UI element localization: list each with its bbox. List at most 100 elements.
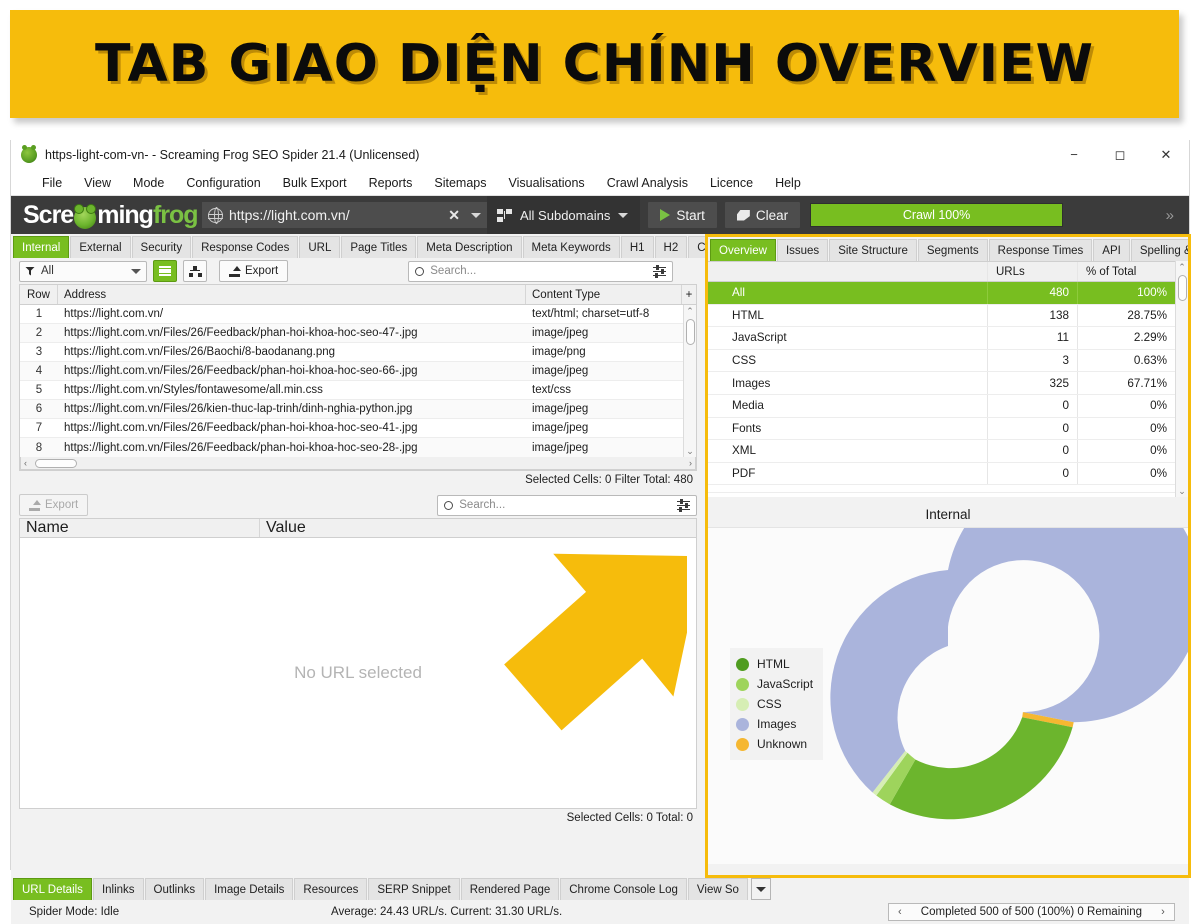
scroll-left-icon[interactable]: ‹: [24, 458, 27, 468]
table-row[interactable]: 8 https://light.com.vn/Files/26/Feedback…: [20, 438, 683, 457]
tab-internal[interactable]: Internal: [13, 236, 70, 258]
legend-item-unknown[interactable]: Unknown: [736, 734, 813, 754]
tab-response-times[interactable]: Response Times: [988, 239, 1093, 261]
tab-spelling-grammar[interactable]: Spelling & G: [1130, 239, 1188, 261]
column-header-row[interactable]: Row: [20, 285, 58, 304]
tab-chrome-console-log[interactable]: Chrome Console Log: [560, 878, 687, 900]
start-button[interactable]: Start: [648, 202, 717, 228]
tab-h2[interactable]: H2: [654, 236, 688, 258]
overview-row-images[interactable]: Images 325 67.71%: [708, 372, 1175, 395]
overview-row-all[interactable]: All 480 100%: [708, 282, 1175, 305]
subdomain-selector[interactable]: All Subdomains: [487, 196, 641, 234]
clear-button[interactable]: Clear: [724, 202, 801, 228]
search-input[interactable]: Search...: [408, 260, 674, 282]
menu-mode[interactable]: Mode: [122, 173, 175, 193]
tab-content[interactable]: Content: [688, 236, 705, 258]
overview-row-partial[interactable]: [708, 485, 1175, 494]
column-header-urls[interactable]: URLs: [987, 262, 1077, 281]
search-options-icon[interactable]: [653, 264, 667, 278]
column-header-value[interactable]: Value: [260, 519, 696, 537]
tab-resources[interactable]: Resources: [294, 878, 368, 900]
tab-image-details[interactable]: Image Details: [205, 878, 294, 900]
legend-item-html[interactable]: HTML: [736, 654, 813, 674]
column-header-address[interactable]: Address: [58, 285, 526, 304]
bottom-tabs-overflow-button[interactable]: [750, 878, 771, 900]
tab-outlinks[interactable]: Outlinks: [144, 878, 205, 900]
tab-page-titles[interactable]: Page Titles: [341, 236, 417, 258]
clear-url-icon[interactable]: ✕: [443, 207, 465, 224]
column-header-content-type[interactable]: Content Type: [526, 285, 682, 304]
tab-issues[interactable]: Issues: [776, 239, 829, 261]
table-row[interactable]: 6 https://light.com.vn/Files/26/kien-thu…: [20, 400, 683, 419]
overview-row-javascript[interactable]: JavaScript 11 2.29%: [708, 327, 1175, 350]
tab-url[interactable]: URL: [299, 236, 341, 258]
detail-search-input[interactable]: Search...: [437, 494, 697, 516]
tab-api[interactable]: API: [1093, 239, 1130, 261]
table-row[interactable]: 4 https://light.com.vn/Files/26/Feedback…: [20, 362, 683, 381]
tab-site-structure[interactable]: Site Structure: [829, 239, 917, 261]
table-row[interactable]: 2 https://light.com.vn/Files/26/Feedback…: [20, 324, 683, 343]
toolbar-overflow-button[interactable]: »: [1156, 207, 1183, 224]
tab-segments[interactable]: Segments: [917, 239, 988, 261]
crawl-prev-button[interactable]: ‹: [889, 906, 911, 918]
menu-help[interactable]: Help: [764, 173, 812, 193]
tab-h1[interactable]: H1: [620, 236, 654, 258]
menu-reports[interactable]: Reports: [358, 173, 424, 193]
menu-file[interactable]: File: [31, 173, 73, 193]
tab-meta-description[interactable]: Meta Description: [417, 236, 522, 258]
table-row[interactable]: 7 https://light.com.vn/Files/26/Feedback…: [20, 419, 683, 438]
tab-overview[interactable]: Overview: [710, 239, 776, 261]
filter-dropdown[interactable]: All: [19, 260, 147, 282]
tab-external[interactable]: External: [70, 236, 131, 258]
url-history-chevron-down-icon[interactable]: [471, 212, 481, 218]
minimize-button[interactable]: −: [1051, 140, 1097, 170]
tab-url-details[interactable]: URL Details: [13, 878, 92, 900]
tab-response-codes[interactable]: Response Codes: [192, 236, 299, 258]
crawl-next-button[interactable]: ›: [1152, 906, 1174, 918]
add-column-button[interactable]: +: [682, 285, 696, 304]
detail-export-button[interactable]: Export: [19, 494, 89, 516]
maximize-button[interactable]: ◻: [1097, 140, 1143, 170]
tab-inlinks[interactable]: Inlinks: [92, 878, 144, 900]
menu-visualisations[interactable]: Visualisations: [497, 173, 595, 193]
legend-item-images[interactable]: Images: [736, 714, 813, 734]
export-button[interactable]: Export: [219, 260, 289, 282]
overview-row-pdf[interactable]: PDF 0 0%: [708, 462, 1175, 486]
menu-sitemaps[interactable]: Sitemaps: [423, 173, 497, 193]
overview-row-xml[interactable]: XML 0 0%: [708, 440, 1175, 463]
menu-configuration[interactable]: Configuration: [175, 173, 271, 193]
scroll-thumb[interactable]: [1177, 275, 1187, 301]
scroll-down-icon[interactable]: ⌄: [1178, 485, 1186, 497]
overview-row-css[interactable]: CSS 3 0.63%: [708, 349, 1175, 373]
legend-item-css[interactable]: CSS: [736, 694, 813, 714]
table-row[interactable]: 1 https://light.com.vn/ text/html; chars…: [20, 305, 683, 324]
menu-bulk-export[interactable]: Bulk Export: [272, 173, 358, 193]
scroll-thumb[interactable]: [685, 319, 695, 345]
scroll-up-icon[interactable]: ⌃: [1178, 261, 1186, 273]
close-button[interactable]: ✕: [1143, 140, 1189, 170]
hscroll-thumb[interactable]: [35, 458, 77, 468]
list-view-button[interactable]: [153, 260, 177, 282]
menu-view[interactable]: View: [73, 173, 122, 193]
column-header-pct-of-total[interactable]: % of Total: [1077, 262, 1175, 281]
tab-security[interactable]: Security: [131, 236, 192, 258]
table-horizontal-scrollbar[interactable]: ‹ ›: [20, 457, 696, 470]
overview-row-fonts[interactable]: Fonts 0 0%: [708, 417, 1175, 441]
search-options-icon[interactable]: [677, 498, 690, 512]
menu-crawl-analysis[interactable]: Crawl Analysis: [596, 173, 699, 193]
overview-row-html[interactable]: HTML 138 28.75%: [708, 304, 1175, 328]
tab-rendered-page[interactable]: Rendered Page: [460, 878, 560, 900]
scroll-right-icon[interactable]: ›: [689, 458, 692, 468]
menu-licence[interactable]: Licence: [699, 173, 764, 193]
legend-item-javascript[interactable]: JavaScript: [736, 674, 813, 694]
column-header-name[interactable]: Name: [20, 519, 260, 537]
overview-row-media[interactable]: Media 0 0%: [708, 394, 1175, 418]
tab-view-source[interactable]: View So: [687, 878, 748, 900]
table-row[interactable]: 3 https://light.com.vn/Files/26/Baochi/8…: [20, 343, 683, 362]
tree-view-button[interactable]: [183, 260, 207, 282]
tab-serp-snippet[interactable]: SERP Snippet: [368, 878, 460, 900]
tab-meta-keywords[interactable]: Meta Keywords: [522, 236, 620, 258]
overview-vertical-scrollbar[interactable]: ⌃ ⌄: [1175, 261, 1188, 497]
table-row[interactable]: 5 https://light.com.vn/Styles/fontawesom…: [20, 381, 683, 400]
table-vertical-scrollbar[interactable]: ⌃ ⌄: [683, 305, 696, 457]
